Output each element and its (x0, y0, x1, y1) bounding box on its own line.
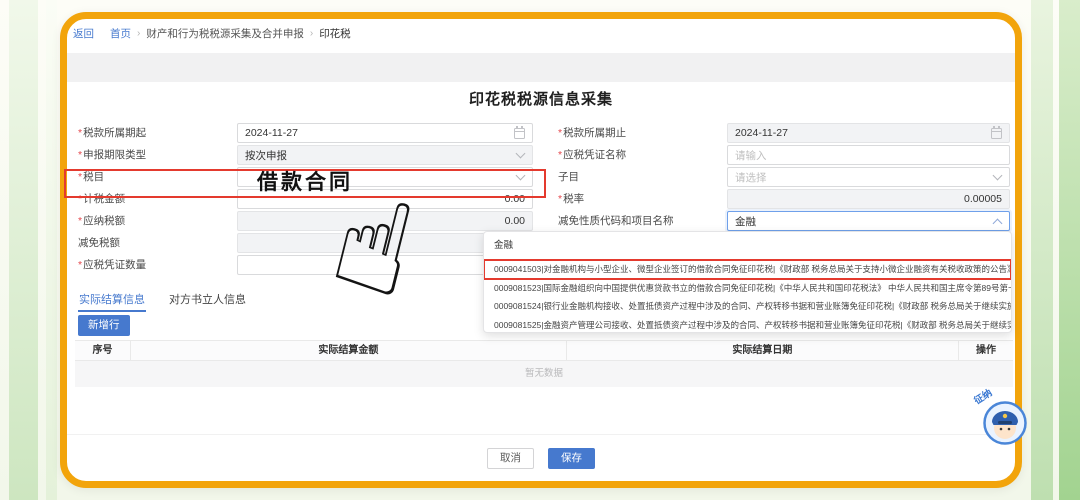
breadcrumb-items: 首页 › 财产和行为税税源采集及合并申报 › 印花税 (110, 26, 351, 41)
field-value: 请输入 (735, 148, 1002, 163)
main-panel: 返回 首页 › 财产和行为税税源采集及合并申报 › 印花税 印花税税源信息采集 *税款所… (60, 12, 1022, 488)
tab-0[interactable]: 实际结算信息 (78, 291, 146, 312)
tab-1[interactable]: 对方书立人信息 (168, 291, 247, 312)
footer-actions: 取消 保存 (67, 448, 1015, 469)
header-divider-band (67, 53, 1015, 82)
required-asterisk: * (78, 259, 82, 271)
table-header-1: 实际结算金额 (130, 341, 566, 360)
dropdown-option-0[interactable]: 0009041503|对金融机构与小型企业、微型企业签订的借款合同免征印花税|《… (484, 260, 1011, 279)
settlement-table: 序号实际结算金额实际结算日期操作 暂无数据 (75, 340, 1013, 387)
back-button[interactable]: 返回 (73, 26, 94, 41)
page-title: 印花税税源信息采集 (67, 88, 1015, 109)
field-label: 减免性质代码和项目名称 (558, 210, 674, 232)
field-label: *税款所属期止 (558, 122, 626, 144)
dropdown-option-1[interactable]: 0009081523|国际金融组织向中国提供优惠贷款书立的借款合同免征印花税|《… (484, 279, 1011, 298)
field-control-input[interactable]: 请输入 (727, 145, 1010, 165)
calendar-icon (991, 128, 1002, 139)
breadcrumb-separator: › (137, 28, 140, 39)
table-header-0: 序号 (75, 341, 130, 360)
form-row-right-4: 减免性质代码和项目名称 金融 (67, 210, 1015, 232)
breadcrumb: 返回 首页 › 财产和行为税税源采集及合并申报 › 印花税 (73, 25, 351, 41)
field-control-date: 2024-11-27 (727, 123, 1010, 143)
field-value: 0.00005 (735, 193, 1002, 205)
field-label: 子目 (558, 166, 579, 188)
breadcrumb-item-1[interactable]: 财产和行为税税源采集及合并申报 (146, 26, 304, 41)
required-asterisk: * (558, 149, 562, 161)
field-value: 2024-11-27 (735, 127, 985, 139)
dropdown-option-2[interactable]: 0009081524|银行业金融机构接收、处置抵债资产过程中涉及的合同、产权转移… (484, 297, 1011, 316)
field-control-select[interactable]: 请选择 (727, 167, 1010, 187)
bg-stripe-left-outer (9, 0, 38, 500)
dropdown-option-3[interactable]: 0009081525|金融资产管理公司接收、处置抵债资产过程中涉及的合同、产权转… (484, 316, 1011, 334)
add-row-button[interactable]: 新增行 (78, 315, 130, 336)
required-asterisk: * (558, 193, 562, 205)
breadcrumb-item-0[interactable]: 首页 (110, 26, 131, 41)
bg-stripe-left-inner (46, 0, 57, 500)
breadcrumb-item-2: 印花税 (319, 26, 351, 41)
dropdown-options: 0009041503|对金融机构与小型企业、微型企业签订的借款合同免征印花税|《… (484, 260, 1011, 333)
save-button[interactable]: 保存 (548, 448, 595, 469)
mascot-icon[interactable] (983, 401, 1027, 445)
exemption-code-dropdown: 金融 0009041503|对金融机构与小型企业、微型企业签订的借款合同免征印花… (483, 231, 1012, 333)
field-label: *应税凭证数量 (78, 254, 146, 276)
table-header-row: 序号实际结算金额实际结算日期操作 (75, 340, 1013, 361)
field-control-input: 0.00005 (727, 189, 1010, 209)
table-header-2: 实际结算日期 (566, 341, 958, 360)
form-row-right-0: *税款所属期止 2024-11-27 (67, 122, 1015, 144)
bg-stripe-right-inner (1031, 0, 1053, 500)
chevron-down-icon (993, 171, 1003, 181)
table-header-3: 操作 (958, 341, 1013, 360)
footer-divider (67, 434, 1015, 435)
field-control-select-open[interactable]: 金融 (727, 211, 1010, 231)
field-label: 减免税额 (78, 232, 120, 254)
cancel-button[interactable]: 取消 (487, 448, 534, 469)
form-row-right-3: *税率 0.00005 (67, 188, 1015, 210)
field-value: 金融 (735, 214, 988, 229)
field-label: *应税凭证名称 (558, 144, 626, 166)
required-asterisk: * (558, 127, 562, 139)
bg-stripe-right-outer (1059, 0, 1080, 500)
field-label: *税率 (558, 188, 584, 210)
form-row-right-2: 子目 请选择 (67, 166, 1015, 188)
breadcrumb-separator: › (310, 28, 313, 39)
tab-bar: 实际结算信息 对方书立人信息 (78, 291, 247, 312)
table-empty-state: 暂无数据 (75, 361, 1013, 387)
field-value: 请选择 (735, 170, 988, 185)
dropdown-group-label: 金融 (484, 232, 1011, 260)
form-row-right-1: *应税凭证名称 请输入 (67, 144, 1015, 166)
annotation-tax-item-value: 借款合同 (257, 169, 353, 196)
tax-assistant-widget[interactable]: 征纳 (973, 389, 1031, 447)
chevron-up-icon (993, 218, 1003, 228)
